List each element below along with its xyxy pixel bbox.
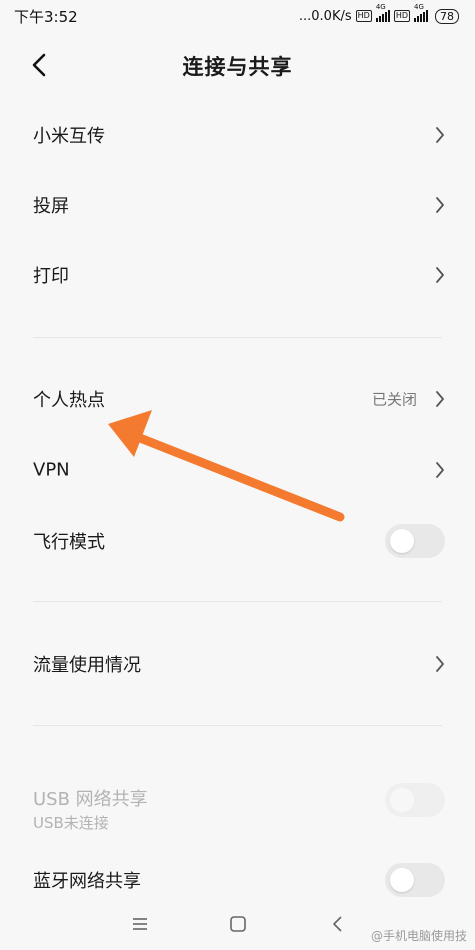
chevron-right-icon [436,462,444,478]
section-divider [33,601,442,602]
hotspot-status: 已关闭 [371,390,417,409]
network-speed: ...0.0K/s [298,8,352,24]
list-item-label: 流量使用情况 [33,655,141,676]
list-item-mi-share[interactable]: 小米互传 [0,105,475,165]
section-divider [33,337,442,338]
home-icon[interactable] [226,912,250,936]
signal-gen-label: 4G [375,3,386,11]
chevron-right-icon [436,197,444,213]
list-item-label: USB 网络共享 [33,789,148,810]
watermark: @手机电脑使用技 [370,929,467,943]
status-time: 下午3:52 [14,7,78,26]
chevron-right-icon [436,267,444,283]
signal-gen-label: 4G [414,3,424,11]
menu-icon[interactable] [128,912,152,936]
list-item-airplane-mode: 飞行模式 [0,511,475,571]
toggle-knob [390,868,414,892]
list-item-label: 蓝牙网络共享 [33,871,141,892]
list-item-subtitle: USB未连接 [33,814,109,832]
usb-tethering-toggle [385,783,445,817]
system-nav-bar: @手机电脑使用技 [0,900,475,950]
chevron-right-icon [436,656,444,672]
signal-icon: 4G [375,3,390,22]
list-item-label: 个人热点 [33,390,105,411]
list-item-label: 投屏 [33,196,69,217]
status-bar: 下午3:52 ...0.0K/s HD 4G HD 4G 78 [0,0,475,32]
airplane-mode-toggle[interactable] [385,524,445,558]
status-icons: ...0.0K/s HD 4G HD 4G 78 [298,3,459,24]
list-item-label: VPN [33,459,70,481]
hd-badge: HD [355,10,372,22]
list-item-label: 小米互传 [33,126,105,147]
list-item-usb-tethering: USB 网络共享 USB未连接 [0,765,475,835]
toggle-knob [390,788,414,812]
list-item-label: 打印 [33,266,69,287]
header: 连接与共享 [0,40,475,90]
list-item-print[interactable]: 打印 [0,245,475,305]
list-item-label: 飞行模式 [33,532,105,553]
chevron-right-icon [436,391,444,407]
section-divider [33,725,442,726]
page-title: 连接与共享 [182,55,293,79]
signal-icon: 4G [414,3,428,22]
toggle-knob [390,529,414,553]
list-item-data-usage[interactable]: 流量使用情况 [0,634,475,694]
list-item-vpn[interactable]: VPN [0,440,475,500]
chevron-right-icon [436,127,444,143]
hd-badge: HD [393,10,410,22]
bt-tethering-toggle[interactable] [385,863,445,897]
list-item-hotspot[interactable]: 个人热点 已关闭 [0,369,475,429]
list-item-cast[interactable]: 投屏 [0,175,475,235]
battery-icon: 78 [435,8,459,24]
back-icon[interactable] [326,912,350,936]
